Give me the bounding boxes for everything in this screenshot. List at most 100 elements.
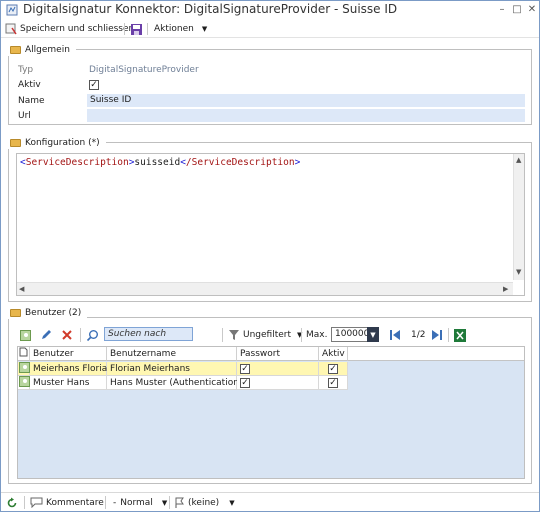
edit-button[interactable]	[40, 327, 52, 343]
actions-menu[interactable]: Aktionen ▼	[154, 22, 207, 36]
save-close-icon	[5, 23, 17, 35]
row-benutzername[interactable]: Hans Muster (Authentication)	[107, 376, 242, 390]
row-aktiv[interactable]: ✓	[319, 376, 348, 390]
max-value: 100000	[335, 329, 370, 339]
aktiv-checkbox[interactable]: ✓	[328, 378, 338, 388]
column-header-benutzer[interactable]: Benutzer	[30, 347, 107, 361]
aktiv-checkbox[interactable]: ✓	[89, 80, 99, 90]
xml-content: suisseid	[134, 157, 181, 168]
user-icon	[19, 362, 30, 373]
users-grid: Benutzer Benutzername Passwort Aktiv Mei…	[17, 346, 525, 479]
column-header-aktiv[interactable]: Aktiv	[319, 347, 348, 361]
scroll-down-icon[interactable]: ▼	[516, 268, 521, 277]
toolbar-separator	[147, 23, 148, 35]
first-page-icon	[390, 330, 400, 340]
open-tag: ServiceDescription	[25, 157, 129, 168]
url-field[interactable]	[87, 109, 525, 122]
konfiguration-title: Konfiguration (*)	[25, 137, 100, 148]
aktiv-checkbox[interactable]: ✓	[328, 364, 338, 374]
allgemein-header: Allgemein	[8, 43, 76, 56]
save-icon	[131, 23, 142, 35]
chevron-down-icon[interactable]: ▼	[367, 327, 379, 342]
refresh-button[interactable]	[6, 496, 18, 509]
row-benutzer[interactable]: Muster Hans	[30, 376, 107, 390]
flag-label: (keine)	[188, 497, 220, 508]
row-header-icon	[18, 347, 30, 361]
first-page-button[interactable]	[389, 327, 401, 343]
benutzer-header: Benutzer (2)	[8, 306, 88, 319]
maximize-icon[interactable]: □	[510, 3, 524, 17]
typ-value: DigitalSignatureProvider	[89, 65, 199, 75]
horizontal-scrollbar[interactable]: ◀ ▶	[17, 282, 513, 295]
excel-icon	[454, 328, 466, 342]
dash-icon: -	[113, 497, 117, 508]
excel-export-button[interactable]	[454, 327, 466, 343]
chevron-down-icon: ▼	[161, 498, 168, 507]
table-row[interactable]	[18, 362, 30, 376]
document-icon	[19, 347, 28, 357]
row-benutzer[interactable]: Meierhans Florian	[30, 362, 113, 376]
name-field[interactable]: Suisse ID	[87, 94, 525, 107]
chevron-down-icon: ▼	[229, 498, 235, 507]
row-benutzername[interactable]: Florian Meierhans	[107, 362, 237, 376]
comment-icon	[30, 497, 43, 508]
grid-toolbar-separator	[222, 328, 223, 342]
vertical-scrollbar[interactable]: ▲ ▼	[513, 154, 524, 280]
code-line: <ServiceDescription>suisseid</ServiceDes…	[20, 157, 301, 168]
filter-dropdown[interactable]: Ungefiltert ▼	[228, 327, 302, 343]
allgemein-title: Allgemein	[25, 44, 70, 55]
passwort-checkbox[interactable]: ✓	[240, 364, 250, 374]
close-tag: /ServiceDescription	[185, 157, 295, 168]
table-row[interactable]	[18, 376, 30, 390]
page-indicator: 1/2	[411, 330, 426, 340]
user-icon	[19, 376, 30, 387]
minimize-icon[interactable]: –	[495, 3, 509, 17]
window-icon	[6, 4, 18, 16]
priority-label: Normal	[120, 497, 153, 508]
status-separator	[24, 496, 25, 509]
toolbar: Speichern und schliessen Aktionen ▼	[1, 20, 539, 38]
filter-icon	[229, 330, 239, 340]
passwort-checkbox[interactable]: ✓	[240, 378, 250, 388]
scroll-up-icon[interactable]: ▲	[516, 156, 521, 165]
search-input[interactable]: Suchen nach	[104, 327, 193, 341]
priority-dropdown[interactable]: - Normal ▼	[113, 496, 167, 509]
user-icon	[20, 329, 31, 341]
row-passwort[interactable]: ✓	[237, 376, 319, 390]
filter-label: Ungefiltert	[243, 330, 292, 340]
close-icon[interactable]: ✕	[525, 3, 539, 17]
search-icon	[86, 329, 98, 341]
comments-button[interactable]: Kommentare	[30, 496, 104, 509]
url-label: Url	[18, 111, 31, 121]
scroll-right-icon[interactable]: ▶	[503, 285, 508, 294]
max-label: Max.	[306, 330, 328, 340]
save-button[interactable]	[130, 22, 143, 36]
last-page-button[interactable]	[431, 327, 443, 343]
name-label: Name	[18, 96, 45, 106]
flag-icon	[175, 497, 184, 508]
search-button[interactable]	[86, 327, 99, 343]
toolbar-separator	[124, 23, 125, 35]
edit-icon	[42, 330, 51, 339]
column-header-benutzername[interactable]: Benutzername	[107, 347, 237, 361]
delete-icon	[62, 330, 72, 340]
flag-dropdown[interactable]: (keine) ▼	[175, 496, 235, 509]
xml-editor[interactable]: <ServiceDescription>suisseid</ServiceDes…	[16, 153, 525, 296]
save-close-button[interactable]: Speichern und schliessen	[5, 22, 134, 36]
row-passwort[interactable]: ✓	[237, 362, 319, 376]
chevron-down-icon: ▼	[201, 25, 208, 33]
scroll-left-icon[interactable]: ◀	[19, 285, 24, 294]
aktiv-label: Aktiv	[18, 80, 41, 90]
add-user-button[interactable]	[20, 327, 31, 343]
row-aktiv[interactable]: ✓	[319, 362, 348, 376]
delete-button[interactable]	[61, 327, 73, 343]
column-header-filler	[348, 347, 524, 361]
status-separator	[105, 496, 106, 509]
window: Digitalsignatur Konnektor: DigitalSignat…	[0, 0, 540, 512]
konfiguration-header: Konfiguration (*)	[8, 136, 106, 149]
grid-toolbar: Suchen nach Ungefiltert ▼ Max. 100000 ▼ …	[17, 325, 525, 345]
last-page-icon	[432, 330, 442, 340]
refresh-icon	[7, 497, 17, 507]
column-header-passwort[interactable]: Passwort	[237, 347, 319, 361]
window-title: Digitalsignatur Konnektor: DigitalSignat…	[23, 2, 398, 16]
